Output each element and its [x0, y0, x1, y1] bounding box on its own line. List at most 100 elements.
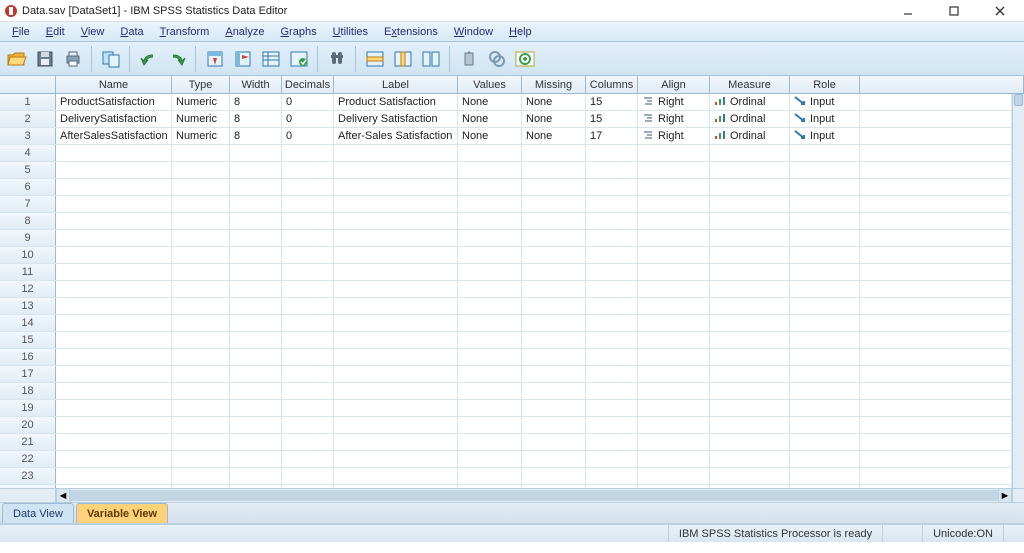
variables-icon[interactable] — [258, 46, 284, 72]
cell-align[interactable]: Right — [638, 94, 710, 110]
split-file-icon[interactable] — [418, 46, 444, 72]
menu-transform[interactable]: Transform — [152, 24, 218, 40]
scroll-left-icon[interactable]: ◄ — [56, 489, 70, 502]
row-number[interactable]: 7 — [0, 196, 56, 212]
menu-utilities[interactable]: Utilities — [325, 24, 376, 40]
vertical-scrollbar[interactable] — [1012, 94, 1024, 488]
cell-columns[interactable]: 15 — [586, 111, 638, 127]
run-descriptives-icon[interactable] — [286, 46, 312, 72]
table-row-empty[interactable]: 5 — [0, 162, 1012, 179]
table-row[interactable]: 3AfterSalesSatisfactionNumeric80After-Sa… — [0, 128, 1012, 145]
col-header-missing[interactable]: Missing — [522, 76, 586, 93]
cell-decimals[interactable]: 0 — [282, 111, 334, 127]
table-row-empty[interactable]: 11 — [0, 264, 1012, 281]
row-number[interactable]: 18 — [0, 383, 56, 399]
insert-cases-icon[interactable] — [362, 46, 388, 72]
goto-variable-icon[interactable] — [230, 46, 256, 72]
tab-variable-view[interactable]: Variable View — [76, 503, 168, 523]
col-header-role[interactable]: Role — [790, 76, 860, 93]
select-cases-icon[interactable] — [484, 46, 510, 72]
table-row-empty[interactable]: 9 — [0, 230, 1012, 247]
cell-align[interactable]: Right — [638, 111, 710, 127]
table-row-empty[interactable]: 19 — [0, 400, 1012, 417]
row-number[interactable]: 16 — [0, 349, 56, 365]
table-row-empty[interactable]: 24 — [0, 485, 1012, 488]
row-number[interactable]: 1 — [0, 94, 56, 110]
cell-columns[interactable]: 17 — [586, 128, 638, 144]
col-header-label[interactable]: Label — [334, 76, 458, 93]
row-number[interactable]: 13 — [0, 298, 56, 314]
col-header-measure[interactable]: Measure — [710, 76, 790, 93]
recall-dialog-icon[interactable] — [98, 46, 124, 72]
row-number[interactable]: 19 — [0, 400, 56, 416]
table-row-empty[interactable]: 13 — [0, 298, 1012, 315]
value-labels-icon[interactable] — [512, 46, 538, 72]
row-number[interactable]: 8 — [0, 213, 56, 229]
table-row-empty[interactable]: 16 — [0, 349, 1012, 366]
row-number[interactable]: 20 — [0, 417, 56, 433]
find-icon[interactable] — [324, 46, 350, 72]
table-row[interactable]: 1ProductSatisfactionNumeric80Product Sat… — [0, 94, 1012, 111]
cell-role[interactable]: Input — [790, 94, 860, 110]
cell-width[interactable]: 8 — [230, 94, 282, 110]
row-number[interactable]: 5 — [0, 162, 56, 178]
menu-help[interactable]: Help — [501, 24, 540, 40]
cell-measure[interactable]: Ordinal — [710, 94, 790, 110]
table-row-empty[interactable]: 17 — [0, 366, 1012, 383]
cell-width[interactable]: 8 — [230, 111, 282, 127]
horizontal-scrollbar[interactable]: ◄ ► — [0, 488, 1024, 502]
cell-type[interactable]: Numeric — [172, 128, 230, 144]
goto-case-icon[interactable] — [202, 46, 228, 72]
row-number[interactable]: 11 — [0, 264, 56, 280]
row-number[interactable]: 9 — [0, 230, 56, 246]
cell-label[interactable]: After-Sales Satisfaction — [334, 128, 458, 144]
menu-data[interactable]: Data — [112, 24, 151, 40]
col-header-type[interactable]: Type — [172, 76, 230, 93]
col-header-decimals[interactable]: Decimals — [282, 76, 334, 93]
col-header-columns[interactable]: Columns — [586, 76, 638, 93]
table-row-empty[interactable]: 10 — [0, 247, 1012, 264]
cell-type[interactable]: Numeric — [172, 111, 230, 127]
insert-variable-icon[interactable] — [390, 46, 416, 72]
row-number[interactable]: 3 — [0, 128, 56, 144]
cell-columns[interactable]: 15 — [586, 94, 638, 110]
table-row-empty[interactable]: 8 — [0, 213, 1012, 230]
cell-role[interactable]: Input — [790, 111, 860, 127]
col-header-align[interactable]: Align — [638, 76, 710, 93]
cell-role[interactable]: Input — [790, 128, 860, 144]
minimize-button[interactable] — [894, 2, 922, 20]
menu-view[interactable]: View — [73, 24, 113, 40]
row-number[interactable]: 10 — [0, 247, 56, 263]
table-row-empty[interactable]: 23 — [0, 468, 1012, 485]
col-header-width[interactable]: Width — [230, 76, 282, 93]
tab-data-view[interactable]: Data View — [2, 503, 74, 523]
open-icon[interactable] — [4, 46, 30, 72]
table-row-empty[interactable]: 12 — [0, 281, 1012, 298]
table-row-empty[interactable]: 14 — [0, 315, 1012, 332]
cell-values[interactable]: None — [458, 111, 522, 127]
table-row-empty[interactable]: 21 — [0, 434, 1012, 451]
cell-width[interactable]: 8 — [230, 128, 282, 144]
row-number[interactable]: 17 — [0, 366, 56, 382]
row-number[interactable]: 15 — [0, 332, 56, 348]
cell-label[interactable]: Product Satisfaction — [334, 94, 458, 110]
save-icon[interactable] — [32, 46, 58, 72]
cell-measure[interactable]: Ordinal — [710, 111, 790, 127]
cell-measure[interactable]: Ordinal — [710, 128, 790, 144]
col-header-name[interactable]: Name — [56, 76, 172, 93]
cell-missing[interactable]: None — [522, 128, 586, 144]
table-row-empty[interactable]: 7 — [0, 196, 1012, 213]
cell-name[interactable]: ProductSatisfaction — [56, 94, 172, 110]
table-row[interactable]: 2DeliverySatisfactionNumeric80Delivery S… — [0, 111, 1012, 128]
redo-icon[interactable] — [164, 46, 190, 72]
table-row-empty[interactable]: 18 — [0, 383, 1012, 400]
table-row-empty[interactable]: 4 — [0, 145, 1012, 162]
cell-align[interactable]: Right — [638, 128, 710, 144]
row-number[interactable]: 6 — [0, 179, 56, 195]
table-row-empty[interactable]: 22 — [0, 451, 1012, 468]
row-number[interactable]: 14 — [0, 315, 56, 331]
row-number[interactable]: 22 — [0, 451, 56, 467]
cell-name[interactable]: DeliverySatisfaction — [56, 111, 172, 127]
cell-decimals[interactable]: 0 — [282, 94, 334, 110]
maximize-button[interactable] — [940, 2, 968, 20]
